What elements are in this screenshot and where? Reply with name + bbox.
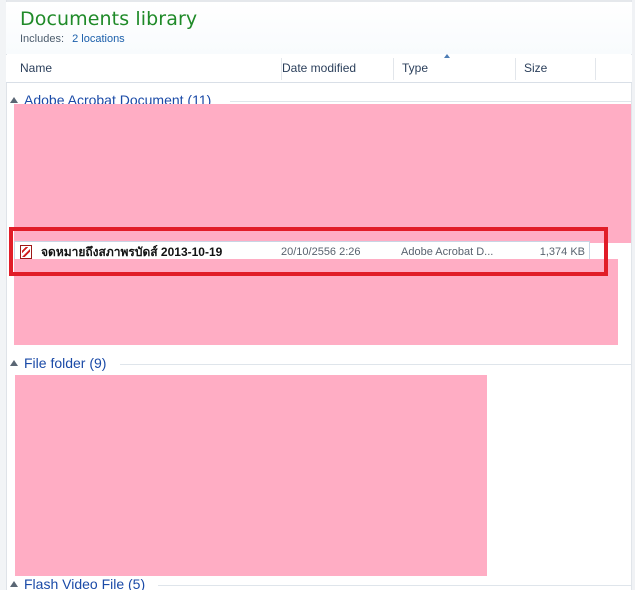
includes-label: Includes:: [20, 33, 65, 45]
red-highlight-box: [9, 227, 608, 276]
locations-link[interactable]: 2 locations: [72, 33, 125, 45]
group-collapse-icon[interactable]: [10, 581, 18, 587]
library-header: Documents library Includes: 2 locations: [6, 2, 632, 54]
window-right-scroll-edge[interactable]: [631, 0, 635, 590]
group-label-flash-video: Flash Video File (5): [24, 576, 146, 590]
group-divider-line: [230, 101, 632, 102]
column-header-size[interactable]: Size: [516, 55, 596, 82]
group-collapse-icon[interactable]: [10, 97, 18, 103]
window-left-edge: [0, 0, 7, 590]
group-collapse-icon[interactable]: [10, 360, 18, 366]
group-label-file-folder: File folder (9): [24, 355, 107, 371]
column-header-name[interactable]: Name: [12, 55, 282, 82]
redacted-folder-list-area: [15, 375, 487, 576]
column-header-type[interactable]: Type: [394, 55, 516, 82]
library-title: Documents library: [20, 8, 198, 30]
group-divider-line: [120, 364, 632, 365]
sort-up-icon: [444, 54, 450, 58]
column-header-date-modified[interactable]: Date modified: [274, 55, 394, 82]
group-header-file-folder[interactable]: File folder (9): [8, 354, 632, 372]
column-header-row: Name Date modified Type Size: [6, 55, 632, 83]
group-divider-line: [158, 585, 632, 586]
documents-library-window: Documents library Includes: 2 locations …: [0, 0, 635, 590]
group-header-flash-video-file[interactable]: Flash Video File (5): [8, 575, 632, 590]
redacted-file-list-area: [14, 104, 631, 243]
library-includes: Includes: 2 locations: [20, 32, 125, 46]
